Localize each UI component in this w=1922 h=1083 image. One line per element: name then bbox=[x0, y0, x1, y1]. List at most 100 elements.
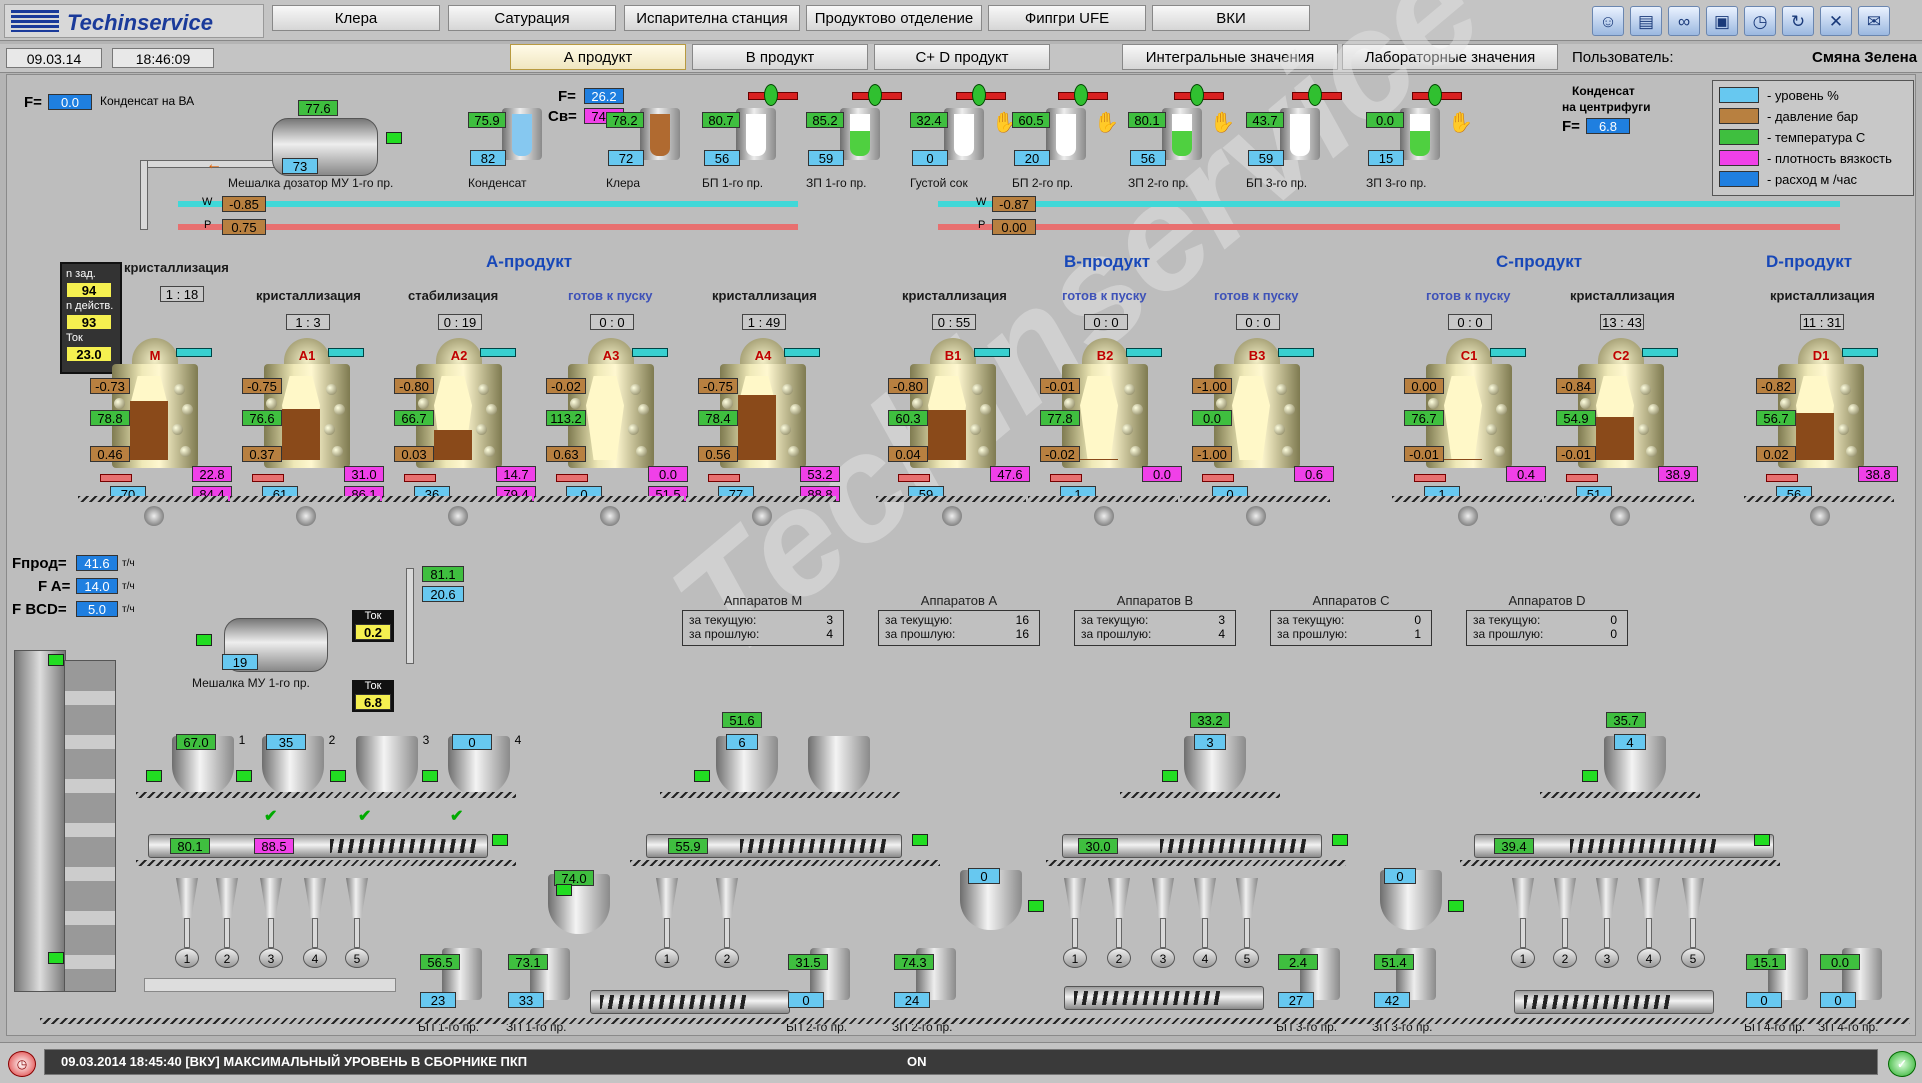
mid-tank-1-led bbox=[556, 884, 572, 896]
discharge-valve-icon[interactable] bbox=[1094, 506, 1114, 526]
floor-b2 bbox=[630, 860, 940, 866]
alarm-message-bar[interactable]: 09.03.2014 18:45:40 [ВКУ] МАКСИМАЛЬНЫЙ У… bbox=[44, 1049, 1878, 1075]
nav-klera[interactable]: Клера bbox=[272, 5, 440, 31]
valve-icon[interactable] bbox=[1308, 84, 1322, 106]
w-label-right: W bbox=[976, 196, 987, 208]
sight-glass bbox=[972, 384, 983, 395]
top-tank bbox=[1400, 108, 1440, 160]
vessel-pressure2: 0.46 bbox=[90, 446, 130, 462]
user-label: Пользователь: bbox=[1572, 49, 1674, 66]
tab-a-product[interactable]: А продукт bbox=[510, 44, 686, 70]
nav-filters[interactable]: Фипгри UFE bbox=[988, 5, 1146, 31]
tok2-value: 6.8 bbox=[355, 694, 391, 710]
vessel-state: стабилизация bbox=[408, 288, 499, 303]
legend-row: - плотность вязкость bbox=[1719, 150, 1909, 166]
tab-b-product[interactable]: В продукт bbox=[692, 44, 868, 70]
acknowledge-icon[interactable]: ✓ bbox=[1888, 1051, 1916, 1077]
top-tank bbox=[840, 108, 880, 160]
valve-icon[interactable] bbox=[868, 84, 882, 106]
nav-product-dept[interactable]: Продуктово отделение bbox=[806, 5, 982, 31]
message-icon[interactable]: ✉ bbox=[1858, 6, 1890, 36]
centrifuge-pipe bbox=[1160, 918, 1166, 948]
group-a-title: А-продукт bbox=[486, 252, 573, 271]
vessel-pressure: 0.00 bbox=[1404, 378, 1444, 394]
discharge-valve-icon[interactable] bbox=[1810, 506, 1830, 526]
vessel-density: 14.7 bbox=[496, 466, 536, 482]
tank-temp: 32.4 bbox=[910, 112, 948, 128]
p-value-right: 0.00 bbox=[992, 219, 1036, 235]
sight-glass bbox=[1638, 424, 1649, 435]
sight-glass bbox=[970, 424, 981, 435]
discharge-valve-icon[interactable] bbox=[296, 506, 316, 526]
discharge-valve-icon[interactable] bbox=[752, 506, 772, 526]
valve-icon[interactable] bbox=[1190, 84, 1204, 106]
clipboard-icon[interactable]: ▣ bbox=[1706, 6, 1738, 36]
bottom-tank-level: 27 bbox=[1278, 992, 1314, 1008]
nav-saturation[interactable]: Сатурация bbox=[448, 5, 616, 31]
centrifuge-pipe bbox=[1072, 918, 1078, 948]
sight-glass bbox=[790, 404, 801, 415]
nav-evaporator[interactable]: Испарителна станция bbox=[624, 5, 800, 31]
hopper-led bbox=[236, 770, 252, 782]
centrifuge-pipe bbox=[1562, 918, 1568, 948]
tab-cd-product[interactable]: C+ D продукт bbox=[874, 44, 1050, 70]
chart-icon[interactable]: ▤ bbox=[1630, 6, 1662, 36]
valve-icon[interactable] bbox=[1074, 84, 1088, 106]
counter-current: 0 bbox=[1414, 613, 1421, 627]
bottom-tank-temp: 51.4 bbox=[1374, 954, 1414, 970]
discharge-valve-icon[interactable] bbox=[1458, 506, 1478, 526]
vessel-density: 22.8 bbox=[192, 466, 232, 482]
vessel-density: 47.6 bbox=[990, 466, 1030, 482]
sight-glass bbox=[1122, 424, 1133, 435]
tank-name: Клера bbox=[606, 176, 641, 190]
legend-text: - расход м /час bbox=[1767, 172, 1858, 187]
alarm-clock-icon[interactable]: ◷ bbox=[1744, 6, 1776, 36]
binoculars-icon[interactable]: ∞ bbox=[1668, 6, 1700, 36]
vessel-fill bbox=[282, 409, 320, 460]
alarm-icon[interactable]: ◷ bbox=[8, 1051, 36, 1077]
discharge-valve-icon[interactable] bbox=[1246, 506, 1266, 526]
mixer-mu-level: 19 bbox=[222, 654, 258, 670]
valve-icon[interactable] bbox=[1428, 84, 1442, 106]
legend-swatch bbox=[1719, 129, 1759, 145]
legend-text: - плотность вязкость bbox=[1767, 151, 1892, 166]
discharge-valve-icon[interactable] bbox=[942, 506, 962, 526]
discharge-valve-icon[interactable] bbox=[144, 506, 164, 526]
mixer-label: Мешалка дозатор МУ 1-го пр. bbox=[228, 176, 394, 190]
user-icon[interactable]: ☺ bbox=[1592, 6, 1624, 36]
centrifuge-pipe bbox=[184, 918, 190, 948]
tools-icon[interactable]: ✕ bbox=[1820, 6, 1852, 36]
centrifuge-pipe bbox=[1690, 918, 1696, 948]
counter-previous: 0 bbox=[1610, 627, 1617, 641]
discharge-valve-icon[interactable] bbox=[600, 506, 620, 526]
sight-glass bbox=[1064, 398, 1075, 409]
p-value-left: 0.75 bbox=[222, 219, 266, 235]
centrifuge-number: 1 bbox=[1511, 948, 1535, 968]
fa-unit: т/ч bbox=[122, 581, 135, 592]
mixer-mu-flow: 20.6 bbox=[422, 586, 464, 602]
top-tank bbox=[640, 108, 680, 160]
top-tank bbox=[944, 108, 984, 160]
discharge-valve-icon[interactable] bbox=[1610, 506, 1630, 526]
valve-icon[interactable] bbox=[764, 84, 778, 106]
tank-temp: 43.7 bbox=[1246, 112, 1284, 128]
valve-icon[interactable] bbox=[972, 84, 986, 106]
vessel-fill bbox=[738, 395, 776, 460]
vessel-timer: 0 : 19 bbox=[438, 314, 482, 330]
sight-glass bbox=[1846, 446, 1857, 457]
steam-pipe bbox=[556, 474, 588, 482]
f-label: F= bbox=[24, 94, 42, 111]
sight-glass bbox=[912, 398, 923, 409]
floor-c bbox=[1120, 792, 1280, 798]
vessel-pressure: -0.82 bbox=[1756, 378, 1796, 394]
refresh-icon[interactable]: ↻ bbox=[1782, 6, 1814, 36]
screw-d-temp: 39.4 bbox=[1494, 838, 1534, 854]
checkmark-icon: ✔ bbox=[450, 808, 464, 825]
tank-inner bbox=[746, 114, 766, 156]
sight-glass bbox=[1274, 424, 1285, 435]
counter-previous: 4 bbox=[826, 627, 833, 641]
floor-d2 bbox=[1460, 860, 1780, 866]
discharge-valve-icon[interactable] bbox=[448, 506, 468, 526]
fprod-value: 41.6 bbox=[76, 555, 118, 571]
vessel-fill bbox=[434, 430, 472, 460]
